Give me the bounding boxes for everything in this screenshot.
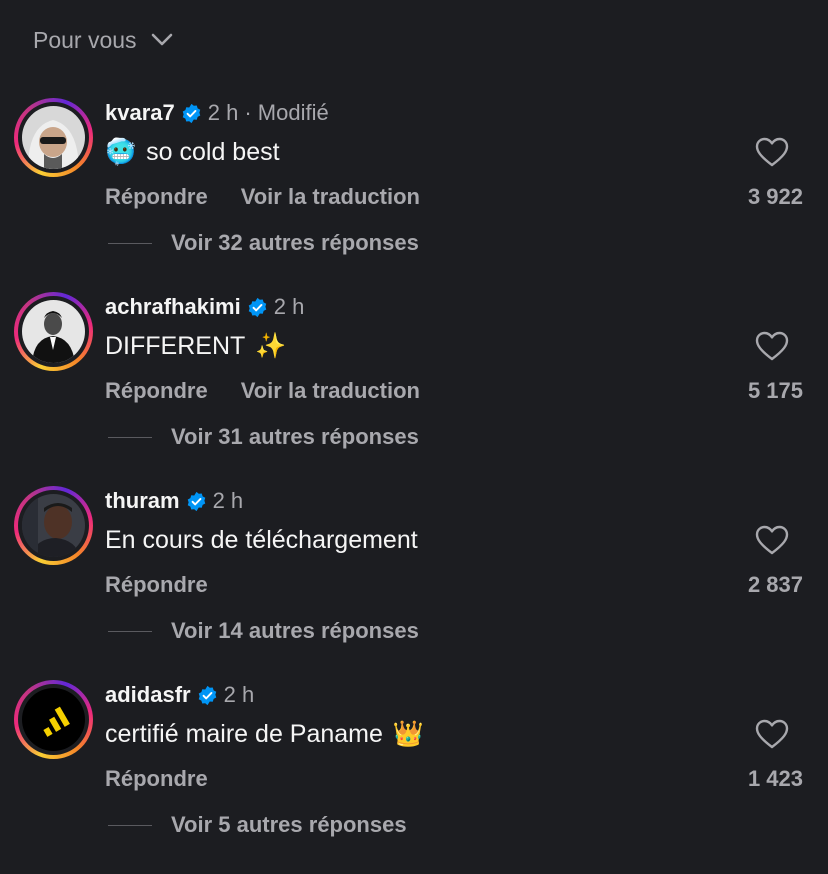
chevron-down-icon xyxy=(151,33,172,46)
comment-text: certifié maire de Paname xyxy=(105,720,383,748)
verified-badge-icon xyxy=(187,491,205,511)
view-replies-label: Voir 32 autres réponses xyxy=(171,230,419,255)
view-replies-label: Voir 31 autres réponses xyxy=(171,424,419,449)
heart-icon xyxy=(755,137,789,167)
username[interactable]: thuram xyxy=(105,488,180,514)
avatar[interactable] xyxy=(14,486,93,565)
like-count: 5 175 xyxy=(747,378,803,403)
comment-text: En cours de téléchargement xyxy=(105,526,418,554)
comment-text: so cold best xyxy=(146,138,280,166)
heart-icon xyxy=(755,331,789,361)
comment-time: 2 h xyxy=(223,682,255,707)
view-replies-button[interactable]: Voir 31 autres réponses xyxy=(108,422,419,452)
avatar-photo-icon xyxy=(22,494,85,557)
avatar-photo-icon xyxy=(22,106,85,169)
translate-button[interactable]: Voir la traduction xyxy=(241,184,420,210)
verified-badge-icon xyxy=(198,685,216,705)
view-replies-button[interactable]: Voir 14 autres réponses xyxy=(108,616,419,646)
heart-icon xyxy=(755,525,789,555)
avatar[interactable] xyxy=(14,680,93,759)
replies-divider xyxy=(108,824,152,826)
avatar-photo-icon xyxy=(22,300,85,363)
view-replies-label: Voir 5 autres réponses xyxy=(171,812,407,837)
view-replies-label: Voir 14 autres réponses xyxy=(171,618,419,643)
replies-divider xyxy=(108,630,152,632)
like-count: 3 922 xyxy=(747,184,803,209)
translate-button[interactable]: Voir la traduction xyxy=(241,378,420,404)
reply-button[interactable]: Répondre xyxy=(105,766,208,792)
like-button[interactable] xyxy=(753,523,791,557)
like-button[interactable] xyxy=(753,717,791,751)
crown-emoji: 👑 xyxy=(392,720,425,748)
username[interactable]: achrafhakimi xyxy=(105,294,241,320)
reply-button[interactable]: Répondre xyxy=(105,572,208,598)
reply-button[interactable]: Répondre xyxy=(105,378,208,404)
comment-item: kvara7 2 h · Modifié 🥶 so cold best Répo… xyxy=(0,98,828,292)
comment-time: 2 h xyxy=(273,294,305,319)
sparkles-emoji: ✨ xyxy=(255,332,287,360)
like-button[interactable] xyxy=(753,329,791,363)
feed-filter-dropdown[interactable]: Pour vous xyxy=(33,24,173,56)
comment-time: 2 h xyxy=(212,488,244,513)
comment-item: adidasfr 2 h certifié maire de Paname 👑 … xyxy=(0,680,828,874)
comment-text: DIFFERENT xyxy=(105,332,246,360)
edited-label: · Modifié xyxy=(244,100,329,125)
comment-item: achrafhakimi 2 h DIFFERENT ✨ Répondre Vo… xyxy=(0,292,828,486)
username[interactable]: adidasfr xyxy=(105,682,191,708)
comment-time: 2 h xyxy=(207,100,239,125)
verified-badge-icon xyxy=(182,103,200,123)
replies-divider xyxy=(108,242,152,244)
adidas-logo-icon xyxy=(22,688,85,751)
like-count: 2 837 xyxy=(747,572,803,597)
view-replies-button[interactable]: Voir 5 autres réponses xyxy=(108,810,407,840)
comment-item: thuram 2 h En cours de téléchargement Ré… xyxy=(0,486,828,680)
view-replies-button[interactable]: Voir 32 autres réponses xyxy=(108,228,419,258)
avatar[interactable] xyxy=(14,292,93,371)
like-count: 1 423 xyxy=(747,766,803,791)
replies-divider xyxy=(108,436,152,438)
feed-filter-label: Pour vous xyxy=(33,26,137,53)
avatar[interactable] xyxy=(14,98,93,177)
username[interactable]: kvara7 xyxy=(105,100,175,126)
reply-button[interactable]: Répondre xyxy=(105,184,208,210)
verified-badge-icon xyxy=(248,297,266,317)
heart-icon xyxy=(755,719,789,749)
cold-face-emoji: 🥶 xyxy=(105,138,137,166)
like-button[interactable] xyxy=(753,135,791,169)
